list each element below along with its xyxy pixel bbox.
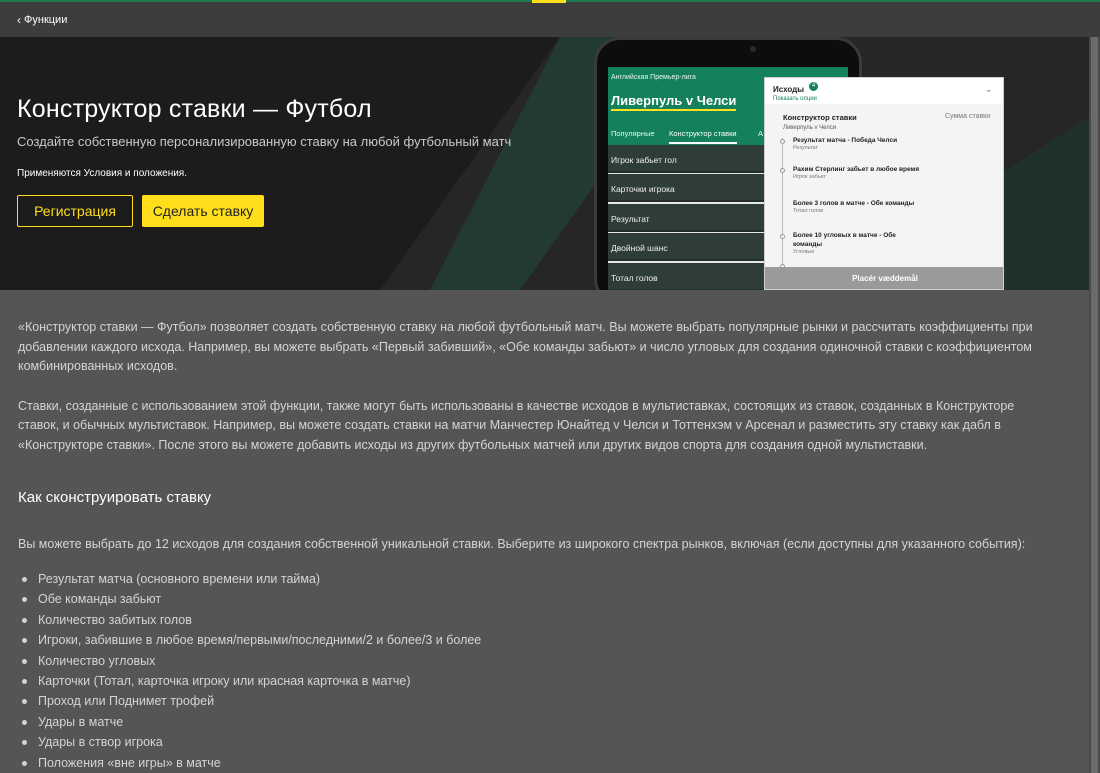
phone-camera — [750, 46, 756, 52]
betslip-item-name: Более 3 голов в матче - Обе команды — [793, 200, 915, 207]
section-intro: Вы можете выбрать до 12 исходов для созд… — [18, 537, 1026, 551]
betslip-show-options: Показать опции — [773, 96, 817, 102]
article-paragraph: Ставки, созданные с использованием этой … — [18, 398, 1015, 452]
betslip-item: Более 3 голов в матче - Обе команды Тота… — [793, 199, 923, 214]
list-item: Результат матча (основного времени или т… — [18, 569, 481, 589]
list-item: Игроки, забившие в любое время/первыми/п… — [18, 630, 481, 650]
phone-tab-popular: Популярные — [611, 129, 655, 138]
betslip-item-market: Тотал голов — [793, 208, 824, 214]
betslip-item: Рахим Стерлинг забьет в любое время Игро… — [793, 165, 923, 180]
phone-tab-bet-builder: Конструктор ставки — [669, 129, 737, 144]
betslip-item-market: Угловые — [793, 249, 815, 255]
betslip-item-name: Рахим Стерлинг забьет в любое время — [793, 166, 920, 173]
section-heading: Как сконструировать ставку — [18, 489, 212, 506]
betslip-item-market: Результат — [793, 145, 819, 151]
list-item: Количество угловых — [18, 651, 481, 671]
list-item: Карточки (Тотал, карточка игроку или кра… — [18, 671, 481, 691]
betslip-item-market: Игрок забьет — [793, 174, 827, 180]
article-body: «Конструктор ставки — Футбол» позволяет … — [18, 318, 1058, 475]
timeline-dot — [780, 139, 785, 144]
betslip-item-name: Результат матча - Победа Челси — [793, 137, 898, 144]
scrollbar-thumb[interactable] — [1091, 37, 1098, 773]
active-indicator — [532, 0, 566, 3]
betslip-item-name: Более 10 угловых в матче - Обе команды — [793, 232, 896, 248]
article-paragraph: «Конструктор ставки — Футбол» позволяет … — [18, 320, 1033, 373]
betslip-count-badge: 4 — [809, 82, 818, 91]
back-link[interactable]: ‹ Функции — [17, 14, 67, 26]
betslip-match: Ливерпуль v Челси — [783, 125, 837, 131]
timeline-dot — [780, 168, 785, 173]
scrollbar[interactable] — [1089, 37, 1100, 773]
list-item: Удары в створ игрока — [18, 732, 481, 752]
betslip-builder-title: Конструктор ставки — [783, 113, 857, 122]
markets-list: Результат матча (основного времени или т… — [18, 569, 481, 773]
timeline-dot — [780, 234, 785, 239]
betslip-header: Исходы 4 Показать опции ⌄ — [765, 78, 1003, 104]
phone-mockup-illustration: Английская Премьер-лига Ливерпуль v Челс… — [0, 37, 1089, 290]
phone-league: Английская Премьер-лига — [611, 74, 696, 81]
phone-match-title: Ливерпуль v Челси — [611, 93, 737, 111]
back-link-label: Функции — [24, 14, 68, 26]
list-item: Обе команды забьют — [18, 589, 481, 609]
betslip-overlay: Исходы 4 Показать опции ⌄ Конструктор ст… — [764, 77, 1004, 290]
betslip-title: Исходы — [773, 85, 805, 94]
top-bar: ‹ Функции — [0, 0, 1100, 37]
betslip-item: Более 10 угловых в матче - Обе команды У… — [793, 231, 923, 255]
list-item: Положения «вне игры» в матче — [18, 753, 481, 773]
chevron-left-icon: ‹ — [17, 13, 21, 27]
betslip-place-button: Placér væddemål — [765, 267, 1003, 289]
list-item: Количество забитых голов — [18, 610, 481, 630]
betslip-stake-label: Сумма ставки — [945, 113, 991, 120]
list-item: Удары в матче — [18, 712, 481, 732]
betslip-item: Результат матча - Победа Челси Результат — [793, 136, 923, 151]
chevron-down-icon: ⌄ — [985, 84, 993, 94]
list-item: Проход или Поднимет трофей — [18, 691, 481, 711]
phone-tab-more: А — [758, 129, 764, 138]
